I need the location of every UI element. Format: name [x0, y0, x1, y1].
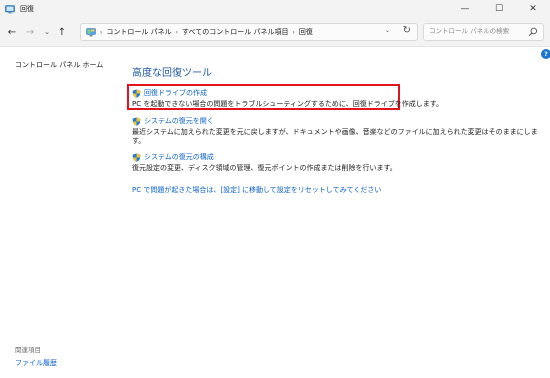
uac-shield-icon [132, 88, 141, 98]
forward-button[interactable]: → [24, 26, 36, 38]
minimize-button[interactable]: — [448, 0, 482, 17]
task-description: 最近システムに加えられた変更を元に戻しますが、ドキュメントや画像、音楽などのファ… [132, 128, 538, 145]
breadcrumb-all-items[interactable]: すべてのコントロール パネル項目 [182, 27, 288, 37]
back-button[interactable]: ← [6, 26, 18, 38]
close-button[interactable]: ✕ [516, 0, 550, 17]
recovery-app-icon [5, 4, 15, 14]
maximize-button[interactable]: ☐ [482, 0, 516, 17]
navigation-bar: ← → ⌄ ↑ › コントロール パネル › すべてのコントロール パネル項目 … [0, 17, 550, 47]
create-recovery-drive-link[interactable]: 回復ドライブの作成 [144, 88, 207, 98]
page-title: 高度な回復ツール [132, 68, 212, 79]
open-system-restore-link[interactable]: システムの復元を開く [144, 116, 214, 126]
control-panel-icon [86, 27, 96, 37]
task-create-recovery-drive: 回復ドライブの作成 PC を起動できない場合の問題をトラブルシューティングするた… [132, 88, 443, 109]
recent-locations-button[interactable]: ⌄ [41, 26, 53, 38]
related-heading: 関連項目 [15, 346, 41, 354]
address-dropdown-button[interactable]: ⌄ [385, 27, 390, 34]
up-button[interactable]: ↑ [56, 26, 68, 38]
task-open-system-restore: システムの復元を開く 最近システムに加えられた変更を元に戻しますが、ドキュメント… [132, 116, 538, 146]
task-link-row[interactable]: システムの復元を開く [132, 116, 538, 126]
task-configure-system-restore: システムの復元の構成 復元設定の変更、ディスク領域の管理、復元ポイントの作成また… [132, 152, 397, 173]
task-link-row[interactable]: 回復ドライブの作成 [132, 88, 443, 98]
sidebar-control-panel-home[interactable]: コントロール パネル ホーム [15, 60, 103, 70]
search-input[interactable] [429, 27, 524, 35]
uac-shield-icon [132, 152, 141, 162]
breadcrumb-separator: › [100, 28, 103, 36]
task-description: PC を起動できない場合の問題をトラブルシューティングするために、回復ドライブを… [132, 100, 444, 108]
search-box [423, 23, 544, 41]
window-controls: — ☐ ✕ [448, 0, 550, 17]
task-link-row[interactable]: システムの復元の構成 [132, 152, 397, 162]
refresh-button[interactable]: ↻ [403, 25, 411, 36]
title-bar: 回復 — ☐ ✕ [0, 0, 550, 17]
window-title: 回復 [20, 4, 34, 13]
uac-shield-icon [132, 116, 141, 126]
reset-settings-link[interactable]: PC で問題が起きた場合は、[設定] に移動して設定をリセットしてみてください [132, 185, 381, 195]
breadcrumb-control-panel[interactable]: コントロール パネル [106, 27, 171, 37]
file-history-link[interactable]: ファイル履歴 [15, 358, 57, 368]
breadcrumb-separator: › [292, 28, 295, 36]
search-icon[interactable] [528, 27, 538, 37]
help-icon[interactable]: ? [541, 49, 550, 59]
configure-system-restore-link[interactable]: システムの復元の構成 [144, 152, 214, 162]
task-description: 復元設定の変更、ディスク領域の管理、復元ポイントの作成または削除を行います。 [132, 164, 397, 172]
breadcrumb-separator: › [175, 28, 179, 36]
address-bar[interactable]: › コントロール パネル › すべてのコントロール パネル項目 › 回復 ⌄ ↻ [80, 23, 418, 41]
breadcrumb-recovery[interactable]: 回復 [299, 27, 313, 37]
